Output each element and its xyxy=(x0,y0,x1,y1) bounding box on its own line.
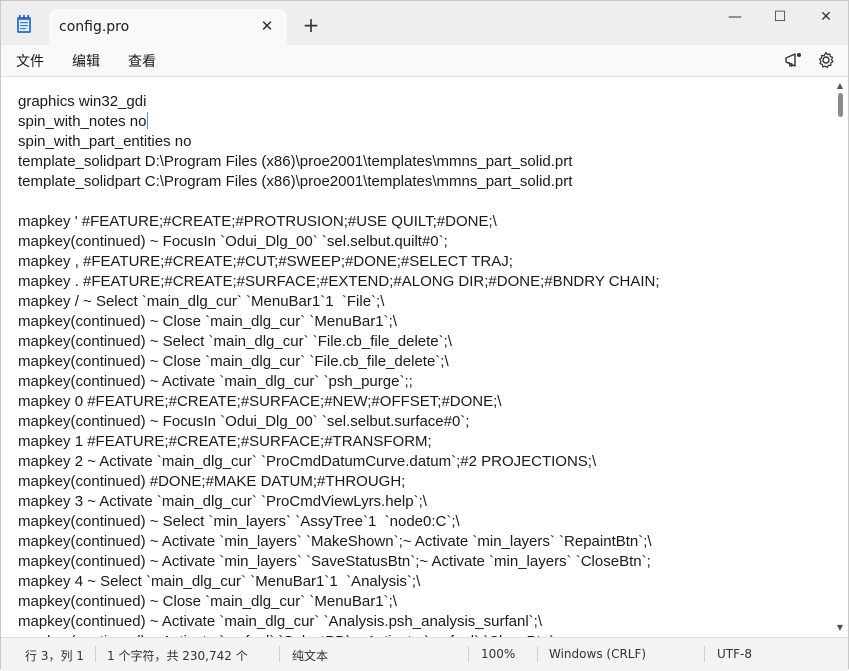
tab-close-icon[interactable]: ✕ xyxy=(259,18,275,34)
text-line[interactable]: mapkey 0 #FEATURE;#CREATE;#SURFACE;#NEW;… xyxy=(18,392,828,412)
tab-config-pro[interactable]: config.pro ✕ xyxy=(49,9,287,45)
text-line[interactable]: mapkey(continued) ~ Activate `min_layers… xyxy=(18,552,828,572)
text-line[interactable]: mapkey(continued) ~ Close `main_dlg_cur`… xyxy=(18,352,828,372)
maximize-button[interactable]: ☐ xyxy=(757,7,803,27)
cursor-position: 行 3，列 1 xyxy=(25,649,84,663)
text-line[interactable]: mapkey(continued) ~ Activate `main_dlg_c… xyxy=(18,372,828,392)
vertical-scrollbar-thumb[interactable] xyxy=(838,93,843,117)
zoom-level[interactable]: 100% xyxy=(481,647,515,661)
text-line[interactable]: mapkey(continued) ~ Select `min_layers` … xyxy=(18,512,828,532)
minimize-button[interactable]: — xyxy=(712,7,758,27)
divider xyxy=(279,646,280,662)
text-line[interactable]: mapkey(continued) ~ Activate `min_layers… xyxy=(18,532,828,552)
encoding[interactable]: UTF-8 xyxy=(717,647,752,661)
text-line[interactable]: mapkey ' #FEATURE;#CREATE;#PROTRUSION;#U… xyxy=(18,212,828,232)
text-line[interactable]: mapkey 4 ~ Select `main_dlg_cur` `MenuBa… xyxy=(18,572,828,592)
text-format: 纯文本 xyxy=(292,649,329,663)
text-line[interactable]: template_solidpart D:\Program Files (x86… xyxy=(18,152,828,172)
text-caret xyxy=(147,112,149,129)
text-line[interactable]: mapkey , #FEATURE;#CREATE;#CUT;#SWEEP;#D… xyxy=(18,252,828,272)
text-line[interactable]: mapkey(continued) ~ Select `main_dlg_cur… xyxy=(18,332,828,352)
divider xyxy=(95,646,96,662)
tab-title: config.pro xyxy=(59,19,130,35)
notepad-window: config.pro ✕ + — ☐ ✕ 文件 编辑 查看 graphics w… xyxy=(0,0,849,671)
divider xyxy=(537,646,538,662)
text-line[interactable]: graphics win32_gdi xyxy=(18,92,828,112)
divider xyxy=(468,646,469,662)
text-line[interactable] xyxy=(18,192,828,212)
editor-text[interactable]: graphics win32_gdi spin_with_notes no spin… xyxy=(18,92,828,637)
text-line[interactable]: mapkey / ~ Select `main_dlg_cur` `MenuBa… xyxy=(18,292,828,312)
new-tab-button[interactable]: + xyxy=(301,15,321,35)
text-line[interactable]: mapkey(continued) #DONE;#MAKE DATUM;#THR… xyxy=(18,472,828,492)
text-line[interactable]: template_solidpart C:\Program Files (x86… xyxy=(18,172,828,192)
menu-edit[interactable]: 编辑 xyxy=(72,51,100,71)
divider xyxy=(704,646,705,662)
gear-icon[interactable] xyxy=(816,50,836,70)
scroll-up-arrow-icon[interactable]: ▲ xyxy=(835,81,845,91)
text-line[interactable]: mapkey(continued) ~ Close `main_dlg_cur`… xyxy=(18,592,828,612)
text-line[interactable]: mapkey(continued) ~ FocusIn `Odui_Dlg_00… xyxy=(18,412,828,432)
text-line[interactable]: mapkey(continued) ~ FocusIn `Odui_Dlg_00… xyxy=(18,232,828,252)
text-line[interactable]: mapkey(continued) ~ Activate `main_dlg_c… xyxy=(18,612,828,632)
text-editor[interactable]: graphics win32_gdi spin_with_notes no spin… xyxy=(1,77,848,637)
text-line[interactable]: mapkey(continued) ~ Close `main_dlg_cur`… xyxy=(18,312,828,332)
copilot-icon[interactable] xyxy=(783,50,803,70)
menu-bar: 文件 编辑 查看 xyxy=(1,45,848,77)
text-line[interactable]: spin_with_notes no xyxy=(18,112,828,132)
title-bar: config.pro ✕ + — ☐ ✕ xyxy=(1,1,848,45)
text-line[interactable]: spin_with_part_entities no xyxy=(18,132,828,152)
close-window-button[interactable]: ✕ xyxy=(803,7,849,27)
text-line[interactable]: mapkey 2 ~ Activate `main_dlg_cur` `ProC… xyxy=(18,452,828,472)
line-ending[interactable]: Windows (CRLF) xyxy=(549,647,646,661)
scroll-down-arrow-icon[interactable]: ▼ xyxy=(835,623,845,633)
character-count: 1 个字符，共 230,742 个 xyxy=(107,649,248,663)
menu-file[interactable]: 文件 xyxy=(16,51,44,71)
text-line[interactable]: mapkey 1 #FEATURE;#CREATE;#SURFACE;#TRAN… xyxy=(18,432,828,452)
text-line[interactable]: mapkey . #FEATURE;#CREATE;#SURFACE;#EXTE… xyxy=(18,272,828,292)
notepad-icon xyxy=(17,15,31,33)
status-bar: 行 3，列 1 1 个字符，共 230,742 个 纯文本 100% Windo… xyxy=(1,637,848,671)
menu-view[interactable]: 查看 xyxy=(128,51,156,71)
text-line[interactable]: mapkey 3 ~ Activate `main_dlg_cur` `ProC… xyxy=(18,492,828,512)
